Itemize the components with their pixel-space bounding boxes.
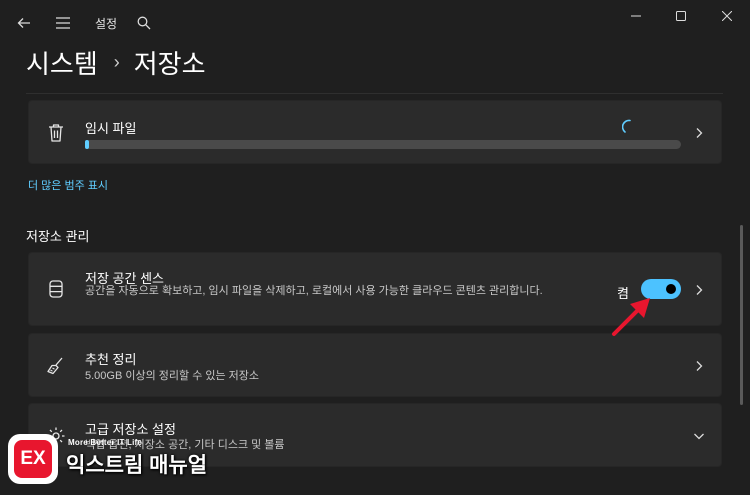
menu-button[interactable] [49, 9, 77, 37]
scrollbar[interactable] [740, 225, 743, 405]
maximize-button[interactable] [658, 0, 704, 32]
close-button[interactable] [704, 0, 750, 32]
temp-files-progress-fill [85, 140, 89, 149]
cleanup-recommendations-card[interactable]: 추천 정리 5.00GB 이상의 정리할 수 있는 저장소 [28, 333, 722, 397]
watermark-tagline: More Better IT Life [68, 438, 143, 447]
title-bar: 설정 [0, 0, 750, 46]
chevron-right-icon [696, 361, 703, 371]
maximize-icon [676, 11, 686, 21]
storage-drive-icon [49, 280, 63, 298]
watermark-name: 익스트림 매뉴얼 [66, 454, 208, 477]
breadcrumb-parent[interactable]: 시스템 [26, 44, 98, 81]
cleanup-description: 5.00GB 이상의 정리할 수 있는 저장소 [85, 370, 260, 382]
app-title: 설정 [95, 17, 118, 31]
temp-files-progress [85, 140, 681, 149]
search-button[interactable] [130, 9, 158, 37]
back-arrow-icon [17, 18, 30, 28]
temp-files-label: 임시 파일 [85, 121, 137, 136]
watermark-logo: EX [8, 434, 58, 484]
watermark: EX More Better IT Life 익스트림 매뉴얼 [8, 432, 248, 488]
chevron-right-icon [696, 128, 703, 138]
chevron-down-icon [694, 433, 704, 440]
minimize-button[interactable] [613, 0, 659, 32]
back-button[interactable] [10, 9, 38, 37]
temp-files-card[interactable]: 임시 파일 [28, 100, 722, 164]
breadcrumb: 시스템 › 저장소 [26, 42, 206, 82]
broom-icon [47, 357, 63, 375]
loading-spinner-icon [622, 119, 631, 133]
trash-icon [49, 124, 63, 142]
chevron-right-icon [696, 285, 703, 295]
breadcrumb-separator: › [113, 51, 120, 72]
minimize-icon [631, 15, 641, 17]
show-more-categories-link[interactable]: 더 많은 범주 표시 [28, 177, 108, 193]
annotation-arrow-icon [612, 298, 650, 336]
toggle-knob [666, 284, 676, 294]
hamburger-icon [56, 17, 70, 29]
close-icon [722, 11, 732, 21]
cleanup-title: 추천 정리 [85, 352, 137, 367]
watermark-logo-text: EX [14, 440, 52, 478]
header-divider [26, 93, 723, 94]
search-icon [137, 16, 151, 30]
storage-sense-description: 공간을 자동으로 확보하고, 임시 파일을 삭제하고, 로컬에서 사용 가능한 … [85, 285, 543, 297]
page-title: 저장소 [133, 48, 206, 79]
section-heading: 저장소 관리 [26, 229, 90, 244]
